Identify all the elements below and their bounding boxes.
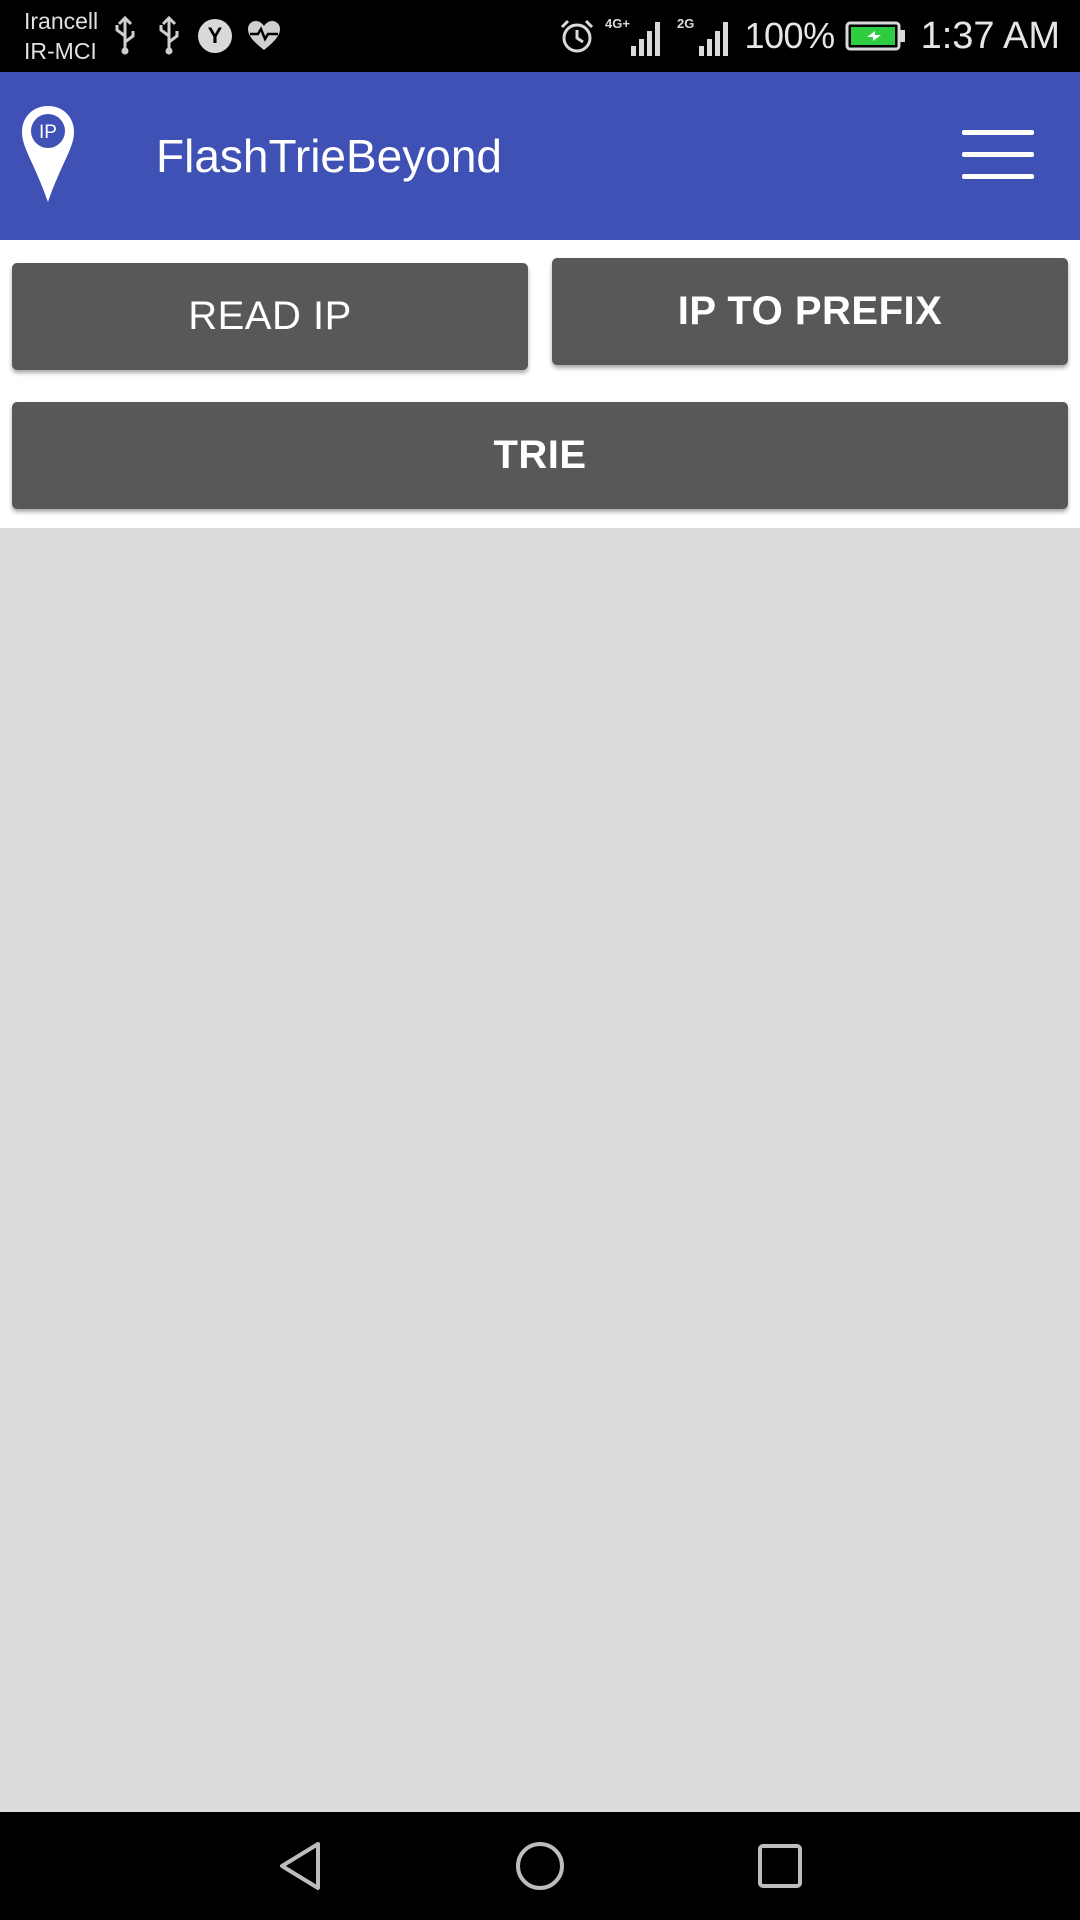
hamburger-menu-icon bbox=[962, 130, 1034, 135]
clock: 1:37 AM bbox=[920, 14, 1060, 57]
battery-percent: 100% bbox=[744, 15, 836, 56]
button-panel: READ IP IP TO PREFIX TRIE bbox=[0, 240, 1080, 528]
trie-button[interactable]: TRIE bbox=[12, 402, 1068, 509]
recent-apps-button[interactable] bbox=[740, 1830, 820, 1902]
ip-to-prefix-button[interactable]: IP TO PREFIX bbox=[552, 258, 1068, 365]
navigation-bar bbox=[0, 1812, 1080, 1920]
notification-icons: Y bbox=[110, 14, 282, 58]
hamburger-menu-icon-line bbox=[962, 152, 1034, 157]
app-title: FlashTrieBeyond bbox=[156, 130, 503, 182]
read-ip-button[interactable]: READ IP bbox=[12, 263, 528, 370]
system-indicators: 4G+ 2G 100% 1:37 AM bbox=[559, 10, 1060, 62]
network-type-4g: 4G+ bbox=[605, 16, 630, 31]
carrier-info: Irancell IR-MCI bbox=[24, 6, 98, 66]
usb-icon bbox=[159, 16, 179, 55]
signal-icon: 2G bbox=[677, 16, 728, 56]
alarm-icon bbox=[560, 19, 593, 53]
hamburger-menu-button[interactable] bbox=[962, 130, 1036, 182]
heart-monitor-icon bbox=[248, 21, 280, 50]
home-icon bbox=[516, 1842, 564, 1890]
location-pin-logo-icon: IP bbox=[22, 106, 74, 202]
y-badge-icon: Y bbox=[198, 19, 232, 53]
back-button[interactable] bbox=[260, 1830, 340, 1902]
network-type-2g: 2G bbox=[677, 16, 694, 31]
app-bar: IP FlashTrieBeyond bbox=[0, 72, 1080, 240]
hamburger-menu-icon-line bbox=[962, 174, 1034, 179]
status-bar: Irancell IR-MCI Y 4G+ 2G 100% 1:37 AM bbox=[0, 0, 1080, 72]
carrier-name-primary: Irancell bbox=[24, 8, 99, 34]
recent-apps-icon bbox=[758, 1844, 802, 1888]
main-content: READ IP IP TO PREFIX TRIE bbox=[0, 240, 1080, 1812]
signal-icon: 4G+ bbox=[605, 16, 660, 56]
back-icon bbox=[280, 1842, 320, 1890]
battery-charging-icon bbox=[845, 21, 905, 51]
usb-icon bbox=[115, 16, 135, 55]
logo-text: IP bbox=[39, 122, 57, 143]
home-button[interactable] bbox=[500, 1830, 580, 1902]
carrier-name-secondary: IR-MCI bbox=[24, 38, 97, 64]
